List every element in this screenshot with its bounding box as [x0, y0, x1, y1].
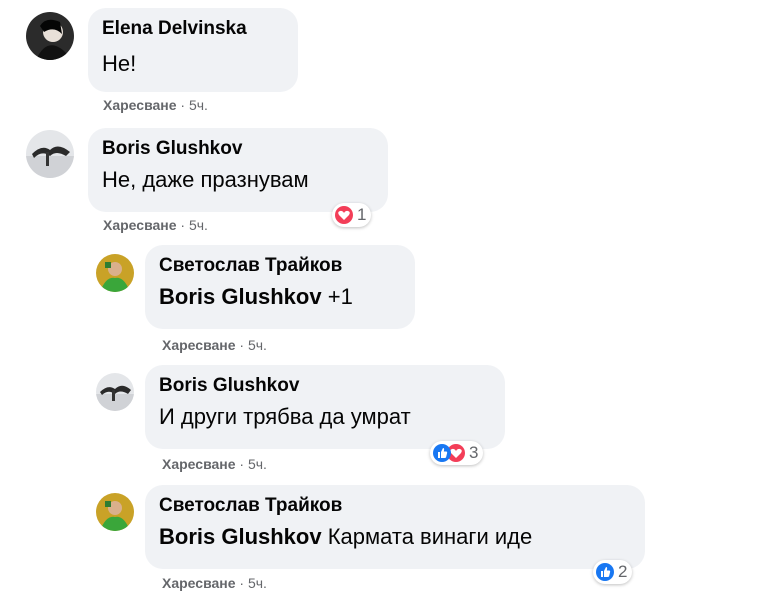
comment-actions: Харесване · 5ч. — [103, 217, 208, 233]
comment-text: Не! — [102, 51, 137, 76]
like-link[interactable]: Харесване — [103, 97, 177, 113]
avatar[interactable] — [96, 373, 134, 411]
reaction-summary[interactable]: 3 — [430, 441, 484, 465]
comment-actions: Харесване · 5ч. — [103, 97, 208, 113]
comment-body: Кармата винаги иде — [327, 524, 533, 549]
comment-author[interactable]: Светослав Трайков — [159, 494, 631, 518]
love-reaction-icon — [335, 206, 353, 224]
like-link[interactable]: Харесване — [162, 575, 236, 591]
avatar[interactable] — [26, 130, 74, 178]
like-link[interactable]: Харесване — [162, 456, 236, 472]
reaction-count: 1 — [357, 205, 367, 224]
meta-separator: · — [180, 217, 186, 233]
like-reaction-icon — [433, 444, 451, 462]
comment-time[interactable]: 5ч. — [248, 456, 267, 472]
comment-bubble: Boris Glushkov Не, даже празнувам — [88, 128, 388, 212]
comment-bubble: Boris Glushkov И други трябва да умрат — [145, 365, 505, 449]
comment-text: Не, даже празнувам — [102, 167, 309, 192]
comment-author[interactable]: Светослав Трайков — [159, 254, 401, 278]
comment-author[interactable]: Elena Delvinska — [102, 17, 284, 41]
like-reaction-icon — [596, 563, 614, 581]
comment-author[interactable]: Boris Glushkov — [102, 137, 374, 161]
comment-text: И други трябва да умрат — [159, 404, 411, 429]
meta-separator: · — [239, 575, 245, 591]
meta-separator: · — [239, 456, 245, 472]
mention-link[interactable]: Boris Glushkov — [159, 284, 322, 309]
like-link[interactable]: Харесване — [103, 217, 177, 233]
comment-bubble: Elena Delvinska Не! — [88, 8, 298, 92]
reaction-summary[interactable]: 2 — [593, 560, 633, 584]
comment-time[interactable]: 5ч. — [189, 97, 208, 113]
comment-time[interactable]: 5ч. — [248, 337, 267, 353]
meta-separator: · — [180, 97, 186, 113]
avatar[interactable] — [96, 254, 134, 292]
comment-text: Boris Glushkov Кармата винаги иде — [159, 522, 631, 552]
comment-actions: Харесване · 5ч. — [162, 456, 267, 472]
comment-time[interactable]: 5ч. — [248, 575, 267, 591]
mention-link[interactable]: Boris Glushkov — [159, 524, 322, 549]
avatar[interactable] — [26, 12, 74, 60]
comment-body: +1 — [327, 284, 353, 309]
comment-author[interactable]: Boris Glushkov — [159, 374, 491, 398]
reaction-count: 3 — [469, 443, 479, 462]
reaction-count: 2 — [618, 562, 628, 581]
comment-bubble: Светослав Трайков Boris Glushkov Кармата… — [145, 485, 645, 569]
avatar[interactable] — [96, 493, 134, 531]
comment-time[interactable]: 5ч. — [189, 217, 208, 233]
like-link[interactable]: Харесване — [162, 337, 236, 353]
meta-separator: · — [239, 337, 245, 353]
reaction-summary[interactable]: 1 — [332, 203, 372, 227]
comment-actions: Харесване · 5ч. — [162, 337, 267, 353]
comment-actions: Харесване · 5ч. — [162, 575, 267, 591]
comment-text: Boris Glushkov +1 — [159, 282, 401, 312]
comment-bubble: Светослав Трайков Boris Glushkov +1 — [145, 245, 415, 329]
